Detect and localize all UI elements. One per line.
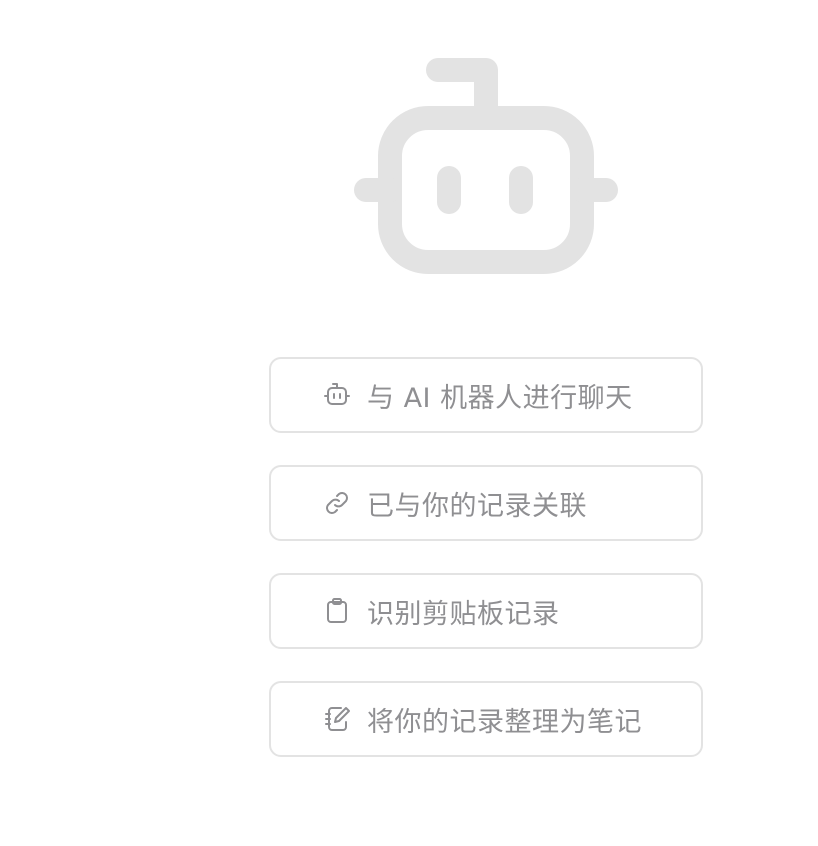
organize-notes-button[interactable]: 将你的记录整理为笔记 [269,681,703,757]
linked-records-label: 已与你的记录关联 [367,490,587,522]
robot-icon [321,379,353,411]
linked-records-button[interactable]: 已与你的记录关联 [269,465,703,541]
notebook-edit-icon [321,703,353,735]
robot-hero-icon [352,56,620,278]
link-icon [321,487,353,519]
recognize-clipboard-button[interactable]: 识别剪贴板记录 [269,573,703,649]
clipboard-icon [321,595,353,627]
recognize-clipboard-label: 识别剪贴板记录 [367,598,560,630]
feature-list: 与 AI 机器人进行聊天 已与你的记录关联 识别剪贴板记录 将你的记录整理为笔记 [269,357,703,757]
organize-notes-label: 将你的记录整理为笔记 [367,706,642,738]
chat-with-ai-label: 与 AI 机器人进行聊天 [367,382,633,414]
chat-with-ai-button[interactable]: 与 AI 机器人进行聊天 [269,357,703,433]
